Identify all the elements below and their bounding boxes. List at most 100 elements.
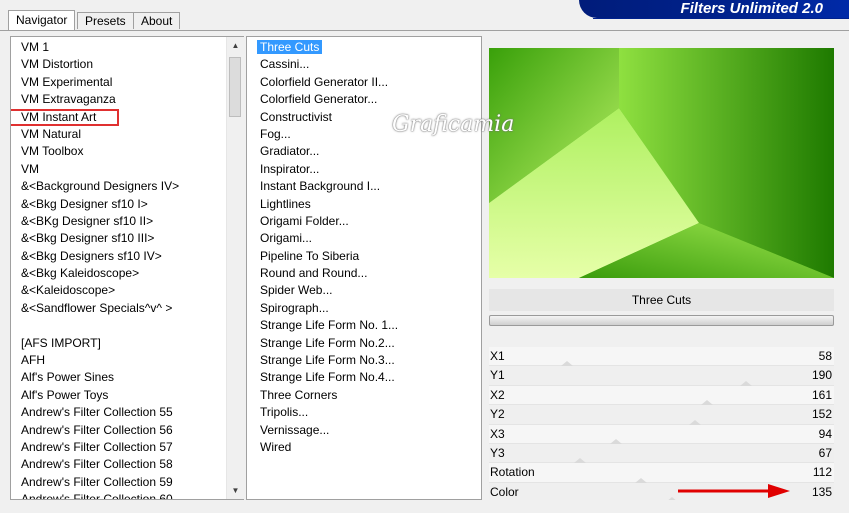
category-scrollbar[interactable]: ▲ ▼ xyxy=(226,37,244,499)
filter-progress-bar xyxy=(489,315,834,326)
param-row-x1[interactable]: X1 58 xyxy=(489,347,834,367)
tab-about[interactable]: About xyxy=(133,12,181,29)
scroll-up-arrow-icon[interactable]: ▲ xyxy=(227,37,244,54)
filter-item[interactable]: Strange Life Form No.2... xyxy=(247,335,481,352)
category-item[interactable]: Andrew's Filter Collection 57 xyxy=(11,439,227,456)
param-value: 94 xyxy=(818,426,832,441)
filter-item[interactable]: Spider Web... xyxy=(247,282,481,299)
scroll-down-arrow-icon[interactable]: ▼ xyxy=(227,482,244,499)
filter-item-label: Cassini... xyxy=(260,57,310,72)
category-item[interactable]: VM Natural xyxy=(11,126,227,143)
param-value: 58 xyxy=(818,349,832,363)
filter-item-label: Origami Folder... xyxy=(260,213,349,228)
category-item[interactable]: Alf's Power Toys xyxy=(11,387,227,404)
parameter-sliders[interactable]: X1 58 Y1 190 X2 161 Y2 152 X3 94 Y3 67 Rotation 112 Co… xyxy=(489,347,834,503)
category-item[interactable]: [AFS IMPORT] xyxy=(11,335,227,352)
param-row-x2[interactable]: X2 161 xyxy=(489,385,834,406)
param-value: 112 xyxy=(812,465,832,480)
param-label: X2 xyxy=(490,387,505,402)
filter-item[interactable]: Tripolis... xyxy=(247,404,481,421)
category-item[interactable]: &<Background Designers IV> xyxy=(11,178,227,195)
filter-item[interactable]: Inspirator... xyxy=(247,161,481,178)
filter-list-pane[interactable]: Three Cuts Cassini... Colorfield Generator… xyxy=(246,36,482,500)
category-list-pane[interactable]: VM 1 VM Distortion VM Experimental VM Extra… xyxy=(10,36,244,500)
filter-item[interactable]: Strange Life Form No. 1... xyxy=(247,317,481,334)
filter-item[interactable]: Strange Life Form No.3... xyxy=(247,352,481,369)
filter-item[interactable]: Wired xyxy=(247,439,481,456)
filter-item[interactable]: Colorfield Generator... xyxy=(247,91,481,108)
filter-item[interactable]: Three Corners xyxy=(247,387,481,404)
filter-item[interactable]: Colorfield Generator II... xyxy=(247,74,481,91)
param-label: X3 xyxy=(490,426,505,441)
filter-item-label: Three Cuts xyxy=(257,40,323,54)
category-item[interactable]: &<Bkg Designers sf10 IV> xyxy=(11,248,227,265)
category-item[interactable]: Andrew's Filter Collection 56 xyxy=(11,422,227,439)
filter-item-label: Spider Web... xyxy=(260,283,333,298)
param-label: Y2 xyxy=(490,407,505,422)
watermark-signature: Graficamia xyxy=(392,112,515,137)
tab-presets[interactable]: Presets xyxy=(77,12,134,29)
category-item[interactable]: VM Toolbox xyxy=(11,143,227,160)
filter-item[interactable]: Cassini... xyxy=(247,56,481,73)
scrollbar-thumb[interactable] xyxy=(229,57,241,117)
category-item[interactable]: VM Instant Art xyxy=(11,108,119,126)
param-value: 190 xyxy=(811,368,832,383)
param-label: Rotation xyxy=(490,465,535,480)
category-item[interactable]: &<Bkg Designer sf10 I> xyxy=(11,196,227,213)
filter-item[interactable]: Origami... xyxy=(247,230,481,247)
filter-item-label: Instant Background I... xyxy=(260,179,381,194)
filter-item-label: Fog... xyxy=(260,126,291,141)
filter-item[interactable]: Instant Background I... xyxy=(247,178,481,195)
param-row-rotation[interactable]: Rotation 112 xyxy=(489,463,834,483)
filter-item-label: Strange Life Form No. 1... xyxy=(260,318,399,333)
param-row-y3[interactable]: Y3 67 xyxy=(489,443,834,464)
category-item[interactable]: Andrew's Filter Collection 55 xyxy=(11,404,227,421)
category-item[interactable]: &<Bkg Kaleidoscope> xyxy=(11,265,227,282)
category-item[interactable]: VM 1 xyxy=(11,39,227,56)
category-item[interactable]: VM Distortion xyxy=(11,56,227,73)
category-item[interactable]: Andrew's Filter Collection 58 xyxy=(11,456,227,473)
category-item xyxy=(11,317,227,334)
category-item[interactable]: Andrew's Filter Collection 60 xyxy=(11,491,227,499)
filter-list[interactable]: Three Cuts Cassini... Colorfield Generator… xyxy=(247,39,481,456)
category-item[interactable]: Andrew's Filter Collection 59 xyxy=(11,474,227,491)
filter-item-label: Colorfield Generator II... xyxy=(260,74,389,89)
param-label: Y3 xyxy=(490,445,505,460)
filter-item-label: Colorfield Generator... xyxy=(260,92,378,107)
category-item[interactable]: &<BKg Designer sf10 II> xyxy=(11,213,227,230)
filter-item[interactable]: Pipeline To Siberia xyxy=(247,248,481,265)
category-item[interactable]: VM xyxy=(11,161,227,178)
category-item[interactable]: Alf's Power Sines xyxy=(11,369,227,386)
filter-item[interactable]: Three Cuts xyxy=(247,39,481,56)
filter-item[interactable]: Lightlines xyxy=(247,196,481,213)
filter-item[interactable]: Round and Round... xyxy=(247,265,481,282)
tab-navigator[interactable]: Navigator xyxy=(8,10,76,30)
filter-item[interactable]: Gradiator... xyxy=(247,143,481,160)
filter-item-label: Origami... xyxy=(260,231,313,246)
category-item[interactable]: &<Bkg Designer sf10 III> xyxy=(11,230,227,247)
param-row-x3[interactable]: X3 94 xyxy=(489,424,834,444)
filter-item-label: Strange Life Form No.2... xyxy=(260,335,395,350)
filter-item[interactable]: Origami Folder... xyxy=(247,213,481,230)
category-item[interactable]: VM Experimental xyxy=(11,74,227,91)
category-list[interactable]: VM 1 VM Distortion VM Experimental VM Extra… xyxy=(11,39,227,499)
param-value: 152 xyxy=(811,407,832,422)
filter-item-label: Round and Round... xyxy=(260,266,368,281)
param-row-y1[interactable]: Y1 190 xyxy=(489,366,834,386)
filter-item-label: Gradiator... xyxy=(260,144,320,159)
filter-item[interactable]: Strange Life Form No.4... xyxy=(247,369,481,386)
category-item[interactable]: AFH xyxy=(11,352,227,369)
filter-item-label: Inspirator... xyxy=(260,161,320,176)
filter-item-label: Pipeline To Siberia xyxy=(260,248,360,263)
filter-item-label: Strange Life Form No.4... xyxy=(260,370,395,385)
status-strip xyxy=(0,500,849,513)
param-label: X1 xyxy=(490,349,505,363)
brand-underline xyxy=(593,18,849,19)
category-item[interactable]: &<Sandflower Specials^v^ > xyxy=(11,300,227,317)
filter-item[interactable]: Spirograph... xyxy=(247,300,481,317)
filter-item[interactable]: Vernissage... xyxy=(247,422,481,439)
category-item[interactable]: VM Extravaganza xyxy=(11,91,227,108)
param-row-y2[interactable]: Y2 152 xyxy=(489,405,834,425)
category-item[interactable]: &<Kaleidoscope> xyxy=(11,282,227,299)
param-value: 67 xyxy=(818,445,832,460)
